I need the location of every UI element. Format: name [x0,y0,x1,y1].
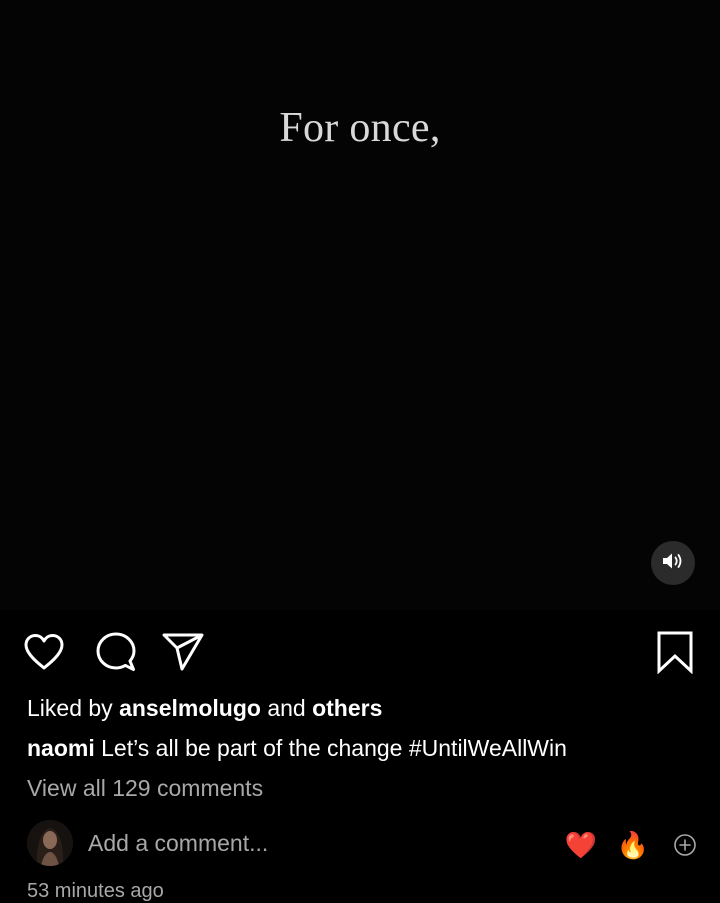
fire-reaction-button[interactable]: 🔥 [616,828,650,862]
add-circle-icon [673,834,697,861]
likes-prefix: Liked by [27,695,113,721]
paper-plane-icon [161,632,205,672]
add-reaction-button[interactable] [673,833,697,857]
comment-composer: Add a comment... ❤️ 🔥 [0,820,720,870]
video-player[interactable]: For once, [0,0,720,610]
heart-reaction-button[interactable]: ❤️ [564,828,598,862]
volume-button[interactable] [651,541,695,585]
post-action-bar [0,628,720,680]
likes-joiner: and [267,695,306,721]
liked-by-user-link[interactable]: anselmolugo [119,695,261,721]
likes-summary: Liked by anselmolugo and others [27,695,382,722]
comment-bubble-icon [95,631,137,673]
like-button[interactable] [22,628,66,676]
video-caption-text: For once, [279,105,441,151]
share-button[interactable] [161,628,205,676]
comment-button[interactable] [94,628,138,676]
avatar [27,820,73,866]
heart-icon [23,633,65,671]
view-all-comments-link[interactable]: View all 129 comments [27,775,263,802]
comment-input[interactable]: Add a comment... [88,830,268,857]
caption-username-link[interactable]: naomi [27,735,95,761]
save-button[interactable] [653,628,697,676]
caption-text: Let’s all be part of the change #UntilWe… [101,735,567,761]
likes-others-link[interactable]: others [312,695,382,721]
post-caption: naomi Let’s all be part of the change #U… [27,735,567,762]
bookmark-icon [655,630,695,674]
volume-icon [662,552,684,575]
